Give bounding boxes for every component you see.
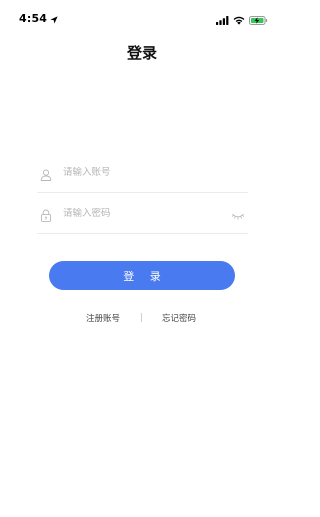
- eye-closed-icon[interactable]: [232, 207, 245, 220]
- user-icon: [40, 166, 52, 181]
- password-input[interactable]: [63, 207, 213, 219]
- status-right-group: [216, 10, 268, 29]
- forgot-password-link[interactable]: 忘记密码: [162, 312, 196, 324]
- login-button[interactable]: 登 录: [49, 261, 235, 290]
- register-link[interactable]: 注册账号: [86, 312, 120, 324]
- link-divider: [141, 313, 142, 322]
- bottom-links: 注册账号 忘记密码: [0, 312, 284, 326]
- password-field: [37, 193, 248, 234]
- account-input[interactable]: [63, 166, 213, 178]
- status-time-group: 4:54: [19, 9, 58, 28]
- wifi-icon: [233, 10, 245, 29]
- status-time: 4:54: [19, 12, 48, 25]
- location-arrow-icon: [50, 9, 58, 28]
- account-field: [37, 152, 248, 193]
- battery-charging-icon: [249, 10, 268, 29]
- login-form: [37, 152, 248, 234]
- status-bar: 4:54: [0, 0, 284, 32]
- cellular-signal-icon: [216, 10, 229, 29]
- page-title: 登录: [126, 44, 157, 62]
- lock-icon: [40, 207, 52, 222]
